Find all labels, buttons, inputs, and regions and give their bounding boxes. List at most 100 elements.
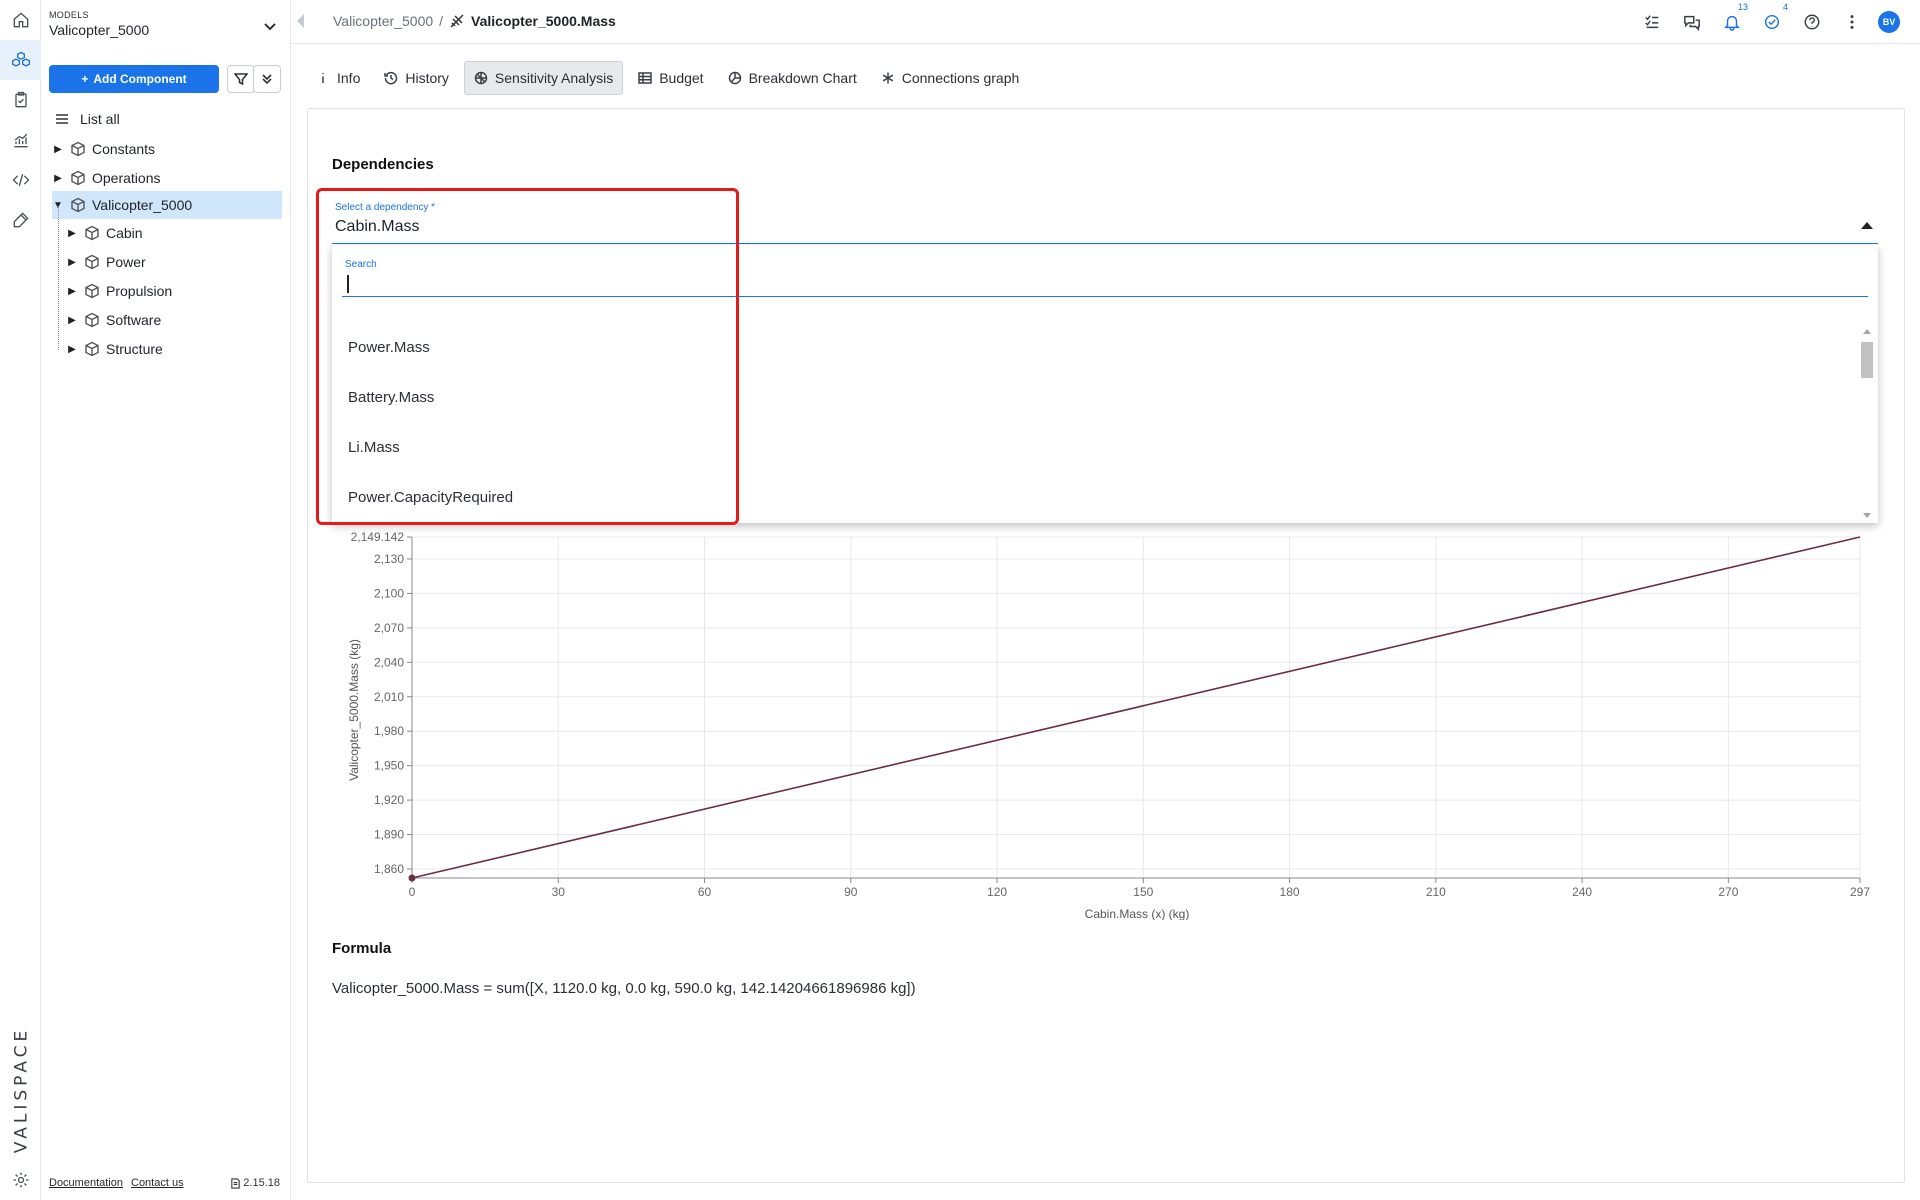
tab-connections-graph[interactable]: Connections graph xyxy=(872,61,1029,95)
help-icon[interactable] xyxy=(1798,9,1826,35)
dependency-option[interactable]: Li.Mass xyxy=(348,439,400,456)
tree-item-label: Power xyxy=(106,254,146,270)
double-chevron-down-icon xyxy=(262,74,272,85)
tree-item-structure[interactable]: ▶ Structure xyxy=(66,335,274,363)
dropdown-scrollbar-thumb[interactable] xyxy=(1861,342,1873,378)
y-tick-label: 1,980 xyxy=(374,724,404,738)
checklist-icon[interactable] xyxy=(1638,9,1666,35)
component-icon xyxy=(70,197,86,213)
dependencies-title: Dependencies xyxy=(332,156,434,173)
list-all-item[interactable]: List all xyxy=(54,105,274,133)
y-tick-label: 1,860 xyxy=(374,862,404,876)
tab-label: Budget xyxy=(659,70,704,86)
tree-item-label: Constants xyxy=(92,141,156,157)
notifications-bell-icon[interactable]: 13 xyxy=(1718,2,1748,35)
contact-link[interactable]: Contact us xyxy=(131,1177,184,1189)
user-avatar[interactable]: BV xyxy=(1878,11,1900,33)
expand-all-button[interactable] xyxy=(253,65,281,93)
tab-history[interactable]: History xyxy=(375,61,458,95)
tree-item-label: Structure xyxy=(106,341,163,357)
y-tick-label: 1,920 xyxy=(374,793,404,807)
analytics-icon[interactable] xyxy=(0,120,41,160)
x-tick-label: 150 xyxy=(1133,885,1153,899)
model-sidebar: MODELS Valicopter_5000 + Add Component L… xyxy=(41,0,291,1200)
x-tick-label: 90 xyxy=(844,885,858,899)
tree-item-constants[interactable]: ▶ Constants xyxy=(52,135,274,163)
tree-item-label: Valicopter_5000 xyxy=(92,197,193,213)
series-line xyxy=(411,536,1861,879)
expand-caret-icon[interactable]: ▶ xyxy=(66,227,78,239)
tree-item-label: Cabin xyxy=(106,225,143,241)
scroll-up-arrow[interactable] xyxy=(1863,329,1871,334)
add-component-button[interactable]: + Add Component xyxy=(49,65,219,93)
x-tick-label: 240 xyxy=(1572,885,1592,899)
plus-icon: + xyxy=(81,72,89,86)
filter-button[interactable] xyxy=(227,65,255,93)
component-icon xyxy=(84,225,100,241)
expand-caret-icon[interactable]: ▶ xyxy=(66,343,78,355)
code-icon[interactable] xyxy=(0,160,41,200)
document-icon xyxy=(231,1177,241,1189)
model-name: Valicopter_5000 xyxy=(49,22,150,38)
discussion-icon[interactable] xyxy=(1678,9,1706,35)
tab-breakdown-chart[interactable]: Breakdown Chart xyxy=(719,61,866,95)
models-caption: MODELS xyxy=(49,10,89,20)
text-cursor xyxy=(347,275,349,293)
requirements-icon[interactable] xyxy=(0,80,41,120)
tree-item-power[interactable]: ▶ Power xyxy=(66,248,274,276)
scroll-down-arrow[interactable] xyxy=(1863,513,1871,518)
models-icon[interactable] xyxy=(0,40,41,80)
chart-series xyxy=(408,536,1861,882)
tree-item-propulsion[interactable]: ▶ Propulsion xyxy=(66,277,274,305)
chevron-down-icon[interactable] xyxy=(263,20,277,34)
model-selector[interactable]: MODELS Valicopter_5000 xyxy=(49,10,283,46)
expand-caret-icon[interactable]: ▶ xyxy=(66,285,78,297)
dependency-select[interactable]: Select a dependency * Cabin.Mass xyxy=(332,200,1878,244)
component-icon xyxy=(84,283,100,299)
dependency-search[interactable]: Search xyxy=(342,255,1868,297)
documentation-link[interactable]: Documentation xyxy=(49,1177,123,1189)
y-tick-label: 2,010 xyxy=(374,690,404,704)
search-input[interactable] xyxy=(345,273,1845,295)
x-tick-label: 30 xyxy=(552,885,566,899)
y-tick-label: 1,950 xyxy=(374,759,404,773)
top-actions: 13 4 BV xyxy=(1638,2,1900,35)
expand-caret-icon[interactable]: ▶ xyxy=(52,143,64,155)
sensitivity-icon xyxy=(474,71,488,85)
component-icon xyxy=(84,312,100,328)
dependency-option[interactable]: Power.Mass xyxy=(348,339,430,356)
tree-item-cabin[interactable]: ▶ Cabin xyxy=(66,219,274,247)
version-info: 2.15.18 xyxy=(230,1177,280,1189)
x-tick-label: 270 xyxy=(1718,885,1738,899)
tools-icon[interactable] xyxy=(0,200,41,240)
tree-item-label: Operations xyxy=(92,170,161,186)
gear-icon[interactable] xyxy=(0,1160,41,1200)
pie-icon xyxy=(728,71,741,85)
history-icon xyxy=(384,71,398,85)
x-tick-label: 60 xyxy=(698,885,712,899)
table-icon xyxy=(638,72,652,84)
expand-caret-icon[interactable]: ▶ xyxy=(66,256,78,268)
breadcrumb-parent[interactable]: Valicopter_5000 xyxy=(333,13,433,29)
tab-budget[interactable]: Budget xyxy=(629,61,712,95)
component-icon xyxy=(70,170,86,186)
expand-caret-icon[interactable]: ▶ xyxy=(66,314,78,326)
tree-item-operations[interactable]: ▶ Operations xyxy=(52,164,274,192)
tree-item-valicopter[interactable]: ▼ Valicopter_5000 xyxy=(52,191,282,219)
tab-sensitivity-analysis[interactable]: Sensitivity Analysis xyxy=(463,61,624,95)
tab-info[interactable]: Info xyxy=(307,61,369,95)
tasks-check-icon[interactable]: 4 xyxy=(1758,2,1788,35)
y-tick-label: 2,130 xyxy=(374,552,404,566)
caret-up-icon[interactable] xyxy=(1861,222,1873,229)
expand-caret-icon[interactable]: ▶ xyxy=(52,172,64,184)
collapse-sidebar-icon[interactable] xyxy=(297,14,304,28)
add-component-label: Add Component xyxy=(93,72,187,86)
home-icon[interactable] xyxy=(0,0,41,40)
tree-item-label: List all xyxy=(80,111,120,127)
dependency-option[interactable]: Power.CapacityRequired xyxy=(348,489,513,506)
tree-item-software[interactable]: ▶ Software xyxy=(66,306,274,334)
dependency-option[interactable]: Battery.Mass xyxy=(348,389,434,406)
x-tick-label: 0 xyxy=(409,885,416,899)
y-tick-label: 2,070 xyxy=(374,621,404,635)
more-vertical-icon[interactable] xyxy=(1838,9,1866,35)
